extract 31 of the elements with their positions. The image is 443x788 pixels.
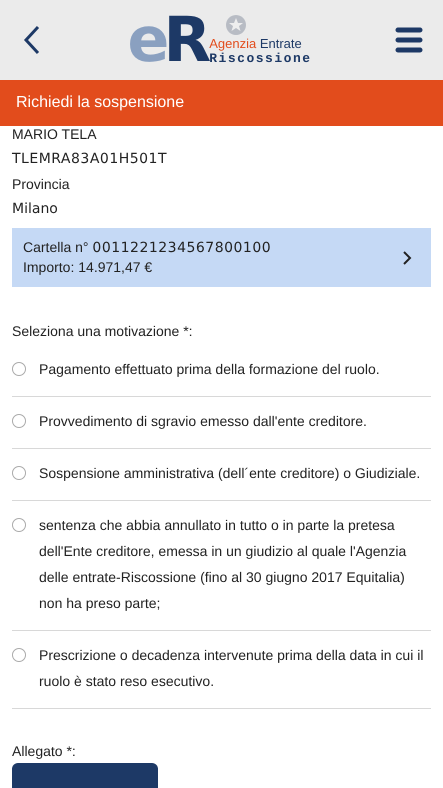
attachment-label: Allegato *: — [12, 742, 77, 761]
emblem-icon — [225, 14, 248, 36]
motivation-option[interactable]: Prescrizione o decadenza intervenute prima della data in cui il ruolo è stato reso esecutivo. — [12, 631, 431, 709]
cartella-card[interactable]: Cartella n° 0011221234567800100 Importo: 14.971,47 € — [12, 228, 431, 287]
logo-text: Agenzia Entrate — [209, 36, 302, 51]
cartella-number: Cartella n° 0011221234567800100 — [23, 238, 272, 258]
person-name: MARIO TELA — [12, 125, 98, 144]
option-text: Provvedimento di sgravio emesso dall'ente creditore. — [39, 412, 367, 431]
option-text: Prescrizione o decadenza intervenute prima della data in cui il ruolo è stato reso esecutivo. — [39, 646, 424, 691]
province-value: Milano — [12, 200, 59, 219]
motivation-option[interactable]: Pagamento effettuato prima della formazione del ruolo. — [12, 345, 431, 397]
cartella-amount: Importo: 14.971,47 € — [23, 258, 154, 277]
radio-button[interactable] — [12, 466, 26, 480]
radio-button[interactable] — [12, 414, 26, 428]
radio-button[interactable] — [12, 518, 26, 532]
logo-mark: eR — [127, 10, 206, 70]
motivation-option[interactable]: Provvedimento di sgravio emesso dall'ente creditore. — [12, 397, 431, 449]
page-title: Richiedi la sospensione — [16, 93, 184, 113]
radio-button[interactable] — [12, 362, 26, 376]
province-label: Provincia — [12, 175, 71, 194]
option-text: Sospensione amministrativa (dell´ente creditore) o Giudiziale. — [39, 464, 420, 483]
option-text: sentenza che abbia annullato in tutto o in parte la pretesa dell'Ente creditore, emessa in un giudizio al quale l'Agenzia delle entrate-Riscossione (fino al 30 giugno 2017 Equitalia) non ha preso parte; — [39, 516, 408, 613]
option-text: Pagamento effettuato prima della formazione del ruolo. — [39, 360, 380, 379]
back-icon — [23, 25, 41, 55]
menu-icon — [394, 27, 423, 53]
motivation-option[interactable]: Sospensione amministrativa (dell´ente creditore) o Giudiziale. — [12, 449, 431, 501]
logo-subtext: Riscossione — [209, 51, 312, 66]
radio-button[interactable] — [12, 648, 26, 662]
chevron-right-icon — [402, 250, 412, 266]
motivation-label: Seleziona una motivazione *: — [12, 322, 194, 341]
tax-code: TLEMRA83A01H501T — [12, 150, 168, 169]
